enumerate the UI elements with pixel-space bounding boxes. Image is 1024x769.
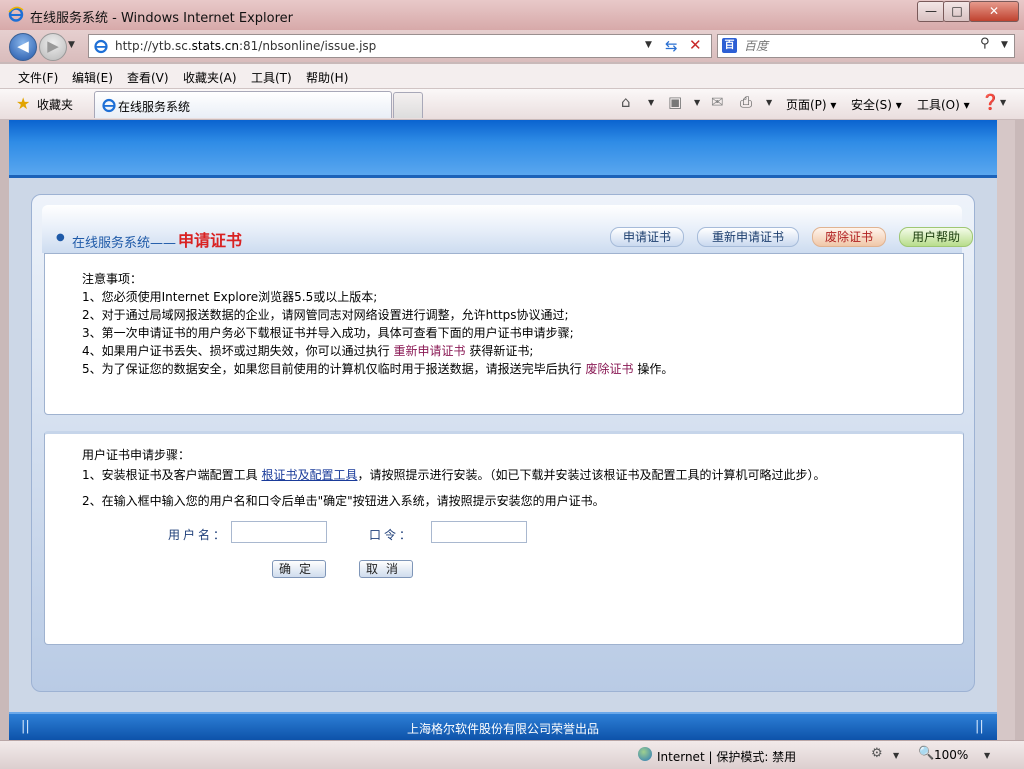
feeds-dropdown-icon[interactable]: ▼ [694,98,700,107]
steps-section: 用户证书申请步骤： 1、安装根证书及客户端配置工具 根证书及配置工具，请按照提示… [44,431,964,645]
step-2: 2、在输入框中输入您的用户名和口令后单击"确定"按钮进入系统，请按照提示安装您的… [82,494,605,508]
reapply-link[interactable]: 重新申请证书 [393,344,465,358]
zoom-icon[interactable]: 🔍 [918,746,934,761]
help-icon[interactable]: ❓ [981,93,1000,111]
nav-apply-certificate[interactable]: 申请证书 [610,227,684,247]
zoom-dropdown-icon[interactable]: ▼ [984,751,990,760]
nav-reapply-certificate[interactable]: 重新申请证书 [697,227,799,247]
history-dropdown-icon[interactable]: ▼ [68,40,75,50]
notice-line-1: 1、您必须使用Internet Explore浏览器5.5或以上版本; [82,290,378,304]
password-input[interactable] [431,521,527,543]
favorites-button[interactable]: 收藏夹 [37,96,73,113]
back-arrow-icon: ◀ [17,37,29,55]
page-footer: || 上海格尔软件股份有限公司荣誉出品 || [9,712,997,740]
notice-line-2: 2、对于通过局域网报送数据的企业，请网管同志对网络设置进行调整，允许https协… [82,308,569,322]
tools-menu[interactable]: 工具(O) ▾ [917,96,970,113]
ie-logo-icon [8,6,24,22]
forward-arrow-icon: ▶ [47,37,59,55]
username-input[interactable] [231,521,327,543]
root-cert-link[interactable]: 根证书及配置工具 [261,468,357,482]
page-title: 申请证书 [178,231,243,250]
security-zone-text[interactable]: Internet | 保护模式: 禁用 [657,748,796,765]
cancel-button[interactable]: 取消 [359,560,413,578]
step-1: 1、安装根证书及客户端配置工具 根证书及配置工具，请按照提示进行安装。（如已下载… [82,468,826,482]
menu-favorites[interactable]: 收藏夹(A) [183,69,237,86]
address-field[interactable]: http://ytb.sc.stats.cn:81/nbsonline/issu… [88,34,712,58]
home-dropdown-icon[interactable]: ▼ [648,98,654,107]
home-icon[interactable]: ⌂ [621,93,631,111]
notice-heading: 注意事项： [82,272,143,286]
stop-icon[interactable]: ✕ [689,36,702,54]
panel-header: ● 在线服务系统—— 申请证书 申请证书 重新申请证书 废除证书 用户帮助 [42,205,973,253]
nav-user-help[interactable]: 用户帮助 [899,227,973,247]
favorites-star-icon[interactable]: ★ [16,94,30,113]
safety-menu[interactable]: 安全(S) ▾ [851,96,902,113]
notice-line-3: 3、第一次申请证书的用户务必下载根证书并导入成功，具体可查看下面的用户证书申请步… [82,326,574,340]
title-bar: 在线服务系统 - Windows Internet Explorer — □ ✕ [0,0,1024,30]
tab-ie-icon [102,98,116,113]
new-tab-button[interactable] [393,92,423,118]
help-dropdown-icon[interactable]: ▼ [1000,98,1006,107]
protected-mode-dropdown-icon[interactable]: ▼ [893,751,899,760]
password-label: 口令： [369,528,415,542]
menu-edit[interactable]: 编辑(E) [72,69,113,86]
notice-line-4: 4、如果用户证书丢失、损坏或过期失效，你可以通过执行 重新申请证书 获得新证书; [82,344,534,358]
back-button[interactable]: ◀ [9,33,37,61]
feeds-icon[interactable]: ▣ [668,93,682,111]
username-label: 用户名： [168,528,229,542]
window-title: 在线服务系统 - Windows Internet Explorer [30,11,293,26]
footer-credit: 上海格尔软件股份有限公司荣誉出品 [406,722,599,736]
menu-help[interactable]: 帮助(H) [306,69,348,86]
status-bar: Internet | 保护模式: 禁用 ⚙ ▼ 🔍 100% ▼ [0,740,1024,769]
forward-button[interactable]: ▶ [39,33,67,61]
baidu-icon: 百 [722,38,737,53]
menu-view[interactable]: 查看(V) [127,69,169,86]
protected-mode-icon[interactable]: ⚙ [871,746,883,761]
menu-bar: 文件(F) 编辑(E) 查看(V) 收藏夹(A) 工具(T) 帮助(H) [0,64,1024,89]
print-icon[interactable]: ⎙ [740,93,752,111]
bullet-icon: ● [56,232,65,243]
revoke-link[interactable]: 废除证书 [585,362,633,376]
menu-file[interactable]: 文件(F) [18,69,58,86]
nav-revoke-certificate[interactable]: 废除证书 [812,227,886,247]
internet-zone-icon [638,747,652,761]
notice-line-5: 5、为了保证您的数据安全，如果您目前使用的计算机仅临时用于报送数据，请报送完毕后… [82,362,674,376]
search-input[interactable] [742,37,976,55]
address-dropdown-icon[interactable]: ▼ [645,40,652,50]
close-button[interactable]: ✕ [969,1,1019,22]
mail-icon[interactable]: ✉ [711,93,724,111]
tab-label: 在线服务系统 [118,100,191,114]
page-menu[interactable]: 页面(P) ▾ [786,96,836,113]
main-panel: ● 在线服务系统—— 申请证书 申请证书 重新申请证书 废除证书 用户帮助 注意… [31,194,975,692]
page-ie-icon [94,39,108,54]
print-dropdown-icon[interactable]: ▼ [766,98,772,107]
ok-button[interactable]: 确定 [272,560,326,578]
menu-tools[interactable]: 工具(T) [251,69,292,86]
maximize-button[interactable]: □ [943,1,971,22]
url-text[interactable]: http://ytb.sc.stats.cn:81/nbsonline/issu… [115,39,376,53]
notice-section: 注意事项： 1、您必须使用Internet Explore浏览器5.5或以上版本… [44,253,964,415]
window-frame-right [997,120,1015,740]
refresh-icon[interactable]: ⇆ [665,37,678,55]
search-icon[interactable]: ⚲ [980,36,990,51]
search-box[interactable]: 百 ⚲ ▼ [717,34,1015,58]
minimize-button[interactable]: — [917,1,945,22]
steps-heading: 用户证书申请步骤： [82,448,191,462]
favorites-bar: ★ 收藏夹 在线服务系统 ⌂ ▼ ▣ ▼ ✉ ⎙ ▼ 页面(P) ▾ 安全(S)… [0,89,1024,120]
search-dropdown-icon[interactable]: ▼ [1001,40,1008,50]
system-label: 在线服务系统—— [72,236,177,251]
footer-grip-right-icon: || [975,719,984,734]
page-header-banner [9,120,997,178]
page-viewport: ● 在线服务系统—— 申请证书 申请证书 重新申请证书 废除证书 用户帮助 注意… [9,120,997,740]
address-toolbar: ◀ ▶ ▼ http://ytb.sc.stats.cn:81/nbsonlin… [0,30,1024,62]
tab-current[interactable]: 在线服务系统 [94,91,392,118]
zoom-level[interactable]: 100% [934,748,968,762]
